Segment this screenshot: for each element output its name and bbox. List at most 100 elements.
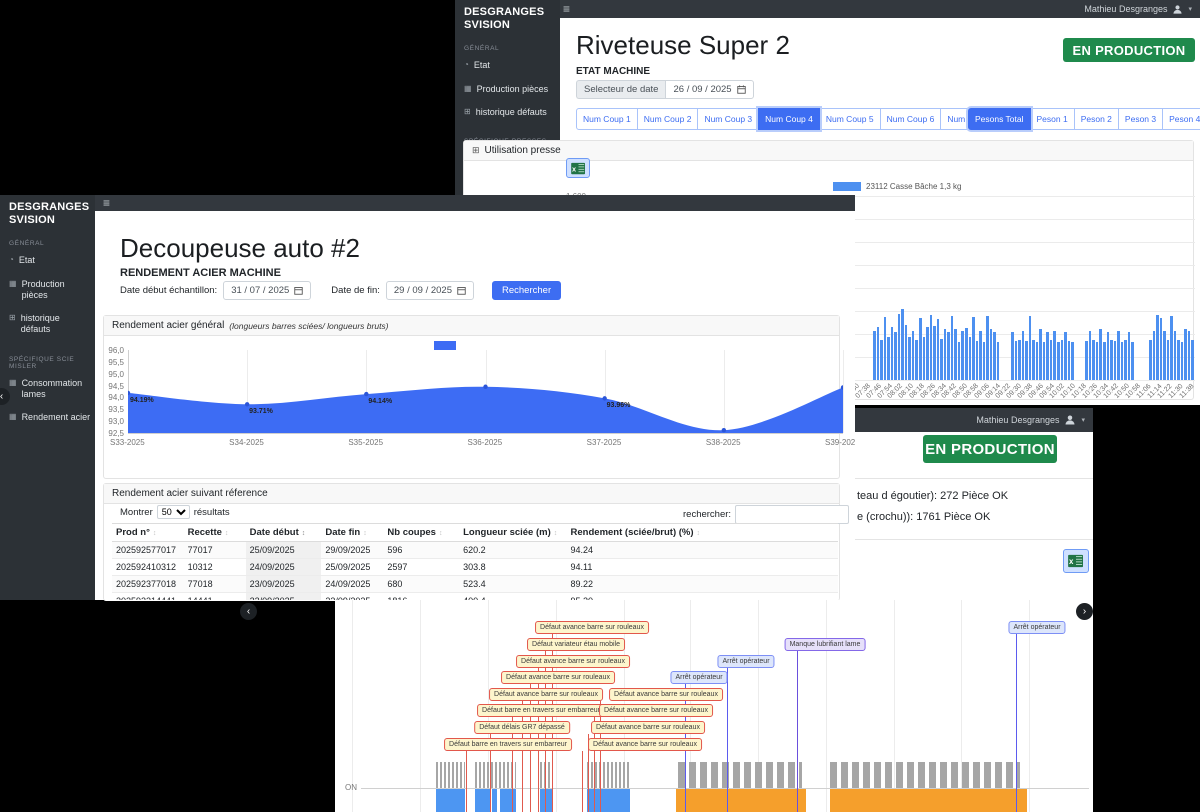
sidebar-item-historique-d-fauts[interactable]: ⊞historique défauts — [455, 101, 560, 124]
column-header[interactable]: Prod n°↕ — [112, 524, 184, 542]
legend-label: 23112 Casse Bâche 1,3 kg — [866, 182, 961, 191]
annotation-defect: Défaut avance barre sur rouleaux — [599, 704, 713, 717]
brand-logo: DESGRANGES SVISION — [0, 195, 95, 226]
sidebar-item-label: historique défauts — [21, 313, 91, 336]
sidebar-item-rendement-acier[interactable]: ▦Rendement acier — [0, 406, 95, 429]
annotation-defect: Défaut avance barre sur rouleaux — [516, 655, 630, 668]
column-header[interactable]: Recette↕ — [184, 524, 246, 542]
table-cell: 23/09/2025 — [246, 576, 322, 593]
date-input[interactable]: 26 / 09 / 2025 — [665, 80, 753, 99]
person-icon — [1172, 4, 1183, 15]
column-header[interactable]: Longueur sciée (m)↕ — [459, 524, 566, 542]
sidebar-item-etat[interactable]: ◔Etat — [455, 54, 560, 77]
annotation-defect: Défaut avance barre sur rouleaux — [535, 621, 649, 634]
export-excel-button[interactable]: x — [1063, 549, 1089, 573]
table-row[interactable]: 2025922144411444122/09/202523/09/2025181… — [112, 593, 838, 601]
table-icon: ⊞ — [9, 313, 16, 323]
sidebar-item-label: Rendement acier — [22, 412, 91, 423]
divider — [855, 478, 1093, 479]
annotation-line — [522, 701, 523, 812]
window-decoupeuse: DESGRANGES SVISIONGÉNÉRAL◔Etat▦Productio… — [0, 195, 855, 600]
table-cell: 29/09/2025 — [321, 542, 383, 559]
date-start-input[interactable]: 31 / 07 / 2025 — [223, 281, 311, 300]
num-coup-button-6[interactable]: Num Coup 6 — [880, 108, 942, 130]
num-coup-button-5[interactable]: Num Coup 5 — [819, 108, 881, 130]
cycle-comb — [436, 762, 465, 788]
menu-toggle-icon[interactable]: ≡ — [103, 197, 110, 209]
peson-button-4[interactable]: Peson 3 — [1118, 108, 1163, 130]
sort-icon: ↕ — [554, 530, 558, 537]
screen: ≡ Mathieu Desgranges ▾ DESGRANGES SVISIO… — [0, 0, 1200, 812]
gridline — [420, 600, 421, 812]
table-row[interactable]: 2025923770187701823/09/202524/09/2025680… — [112, 576, 838, 593]
peson-button-1[interactable]: Pesons Total — [968, 108, 1031, 130]
table-cell: 523.4 — [459, 576, 566, 593]
user-name: Mathieu Desgranges — [976, 415, 1059, 425]
peson-button-5[interactable]: Peson 4 — [1162, 108, 1200, 130]
sidebar-item-production-pi-ces[interactable]: ▦Production pièces — [455, 78, 560, 101]
rendement-general-panel: Rendement acier général (longueurs barre… — [103, 315, 840, 479]
gauge-icon: ◔ — [9, 255, 14, 265]
person-icon — [1064, 414, 1076, 426]
annotation-line — [466, 751, 467, 812]
user-menu[interactable]: Mathieu Desgranges ▾ — [976, 414, 1085, 426]
table-cell: 2597 — [383, 559, 459, 576]
divider — [855, 539, 1093, 540]
table-cell: 202592410312 — [112, 559, 184, 576]
annotation-lube: Manque lubrifiant lame — [785, 638, 866, 651]
peson-button-3[interactable]: Peson 2 — [1074, 108, 1119, 130]
chevron-down-icon: ▾ — [1188, 5, 1192, 13]
window-production: Mathieu Desgranges ▾ EN PRODUCTION teau … — [855, 408, 1093, 600]
show-label: Montrer — [120, 507, 153, 518]
num-coup-button-3[interactable]: Num Coup 3 — [697, 108, 759, 130]
date-end-input[interactable]: 29 / 09 / 2025 — [386, 281, 474, 300]
annotation-stop: Arrêt opérateur — [670, 671, 727, 684]
column-header[interactable]: Nb coupes↕ — [383, 524, 459, 542]
search-button[interactable]: Rechercher — [492, 281, 561, 300]
peson-button-2[interactable]: Peson 1 — [1030, 108, 1075, 130]
export-excel-button[interactable]: x — [566, 158, 590, 178]
annotation-defect: Défaut avance barre sur rouleaux — [591, 721, 705, 734]
annotation-line — [1016, 634, 1017, 812]
column-header[interactable]: Rendement (sciée/brut) (%)↕ — [567, 524, 838, 542]
table-search-input[interactable] — [735, 505, 849, 524]
annotation-stop: Arrêt opérateur — [717, 655, 774, 668]
section-heading: ETAT MACHINE — [576, 66, 650, 77]
gridline — [843, 350, 844, 433]
table-row[interactable]: 2025925770177701725/09/202529/09/2025596… — [112, 542, 838, 559]
user-menu[interactable]: Mathieu Desgranges ▾ — [1084, 4, 1192, 15]
timeline-prev-button[interactable]: ‹ — [240, 603, 257, 620]
sidebar-item-consommation-lames[interactable]: ▦Consommation lames — [0, 372, 95, 407]
table-row[interactable]: 2025924103121031224/09/202525/09/2025259… — [112, 559, 838, 576]
num-coup-button-4[interactable]: Num Coup 4 — [758, 108, 820, 130]
annotation-line — [582, 751, 583, 812]
annotation-line — [600, 701, 601, 812]
sidebar-section-title: SPÉCIFIQUE SCIE MISLER — [0, 342, 95, 372]
sidebar-item-production-pi-ces[interactable]: ▦Production pièces — [0, 273, 95, 308]
date-value: 31 / 07 / 2025 — [231, 285, 289, 296]
sidebar-item-label: Etat — [19, 255, 35, 266]
sidebar-scie: DESGRANGES SVISIONGÉNÉRAL◔Etat▦Productio… — [0, 195, 95, 600]
page-size-select[interactable]: 50 — [157, 505, 190, 519]
annotation-defect: Défaut délais GR7 dépassé — [474, 721, 570, 734]
state-segment-blue — [500, 789, 516, 812]
column-header[interactable]: Date début↕ — [246, 524, 322, 542]
annotation-line — [797, 651, 798, 812]
table-cell: 596 — [383, 542, 459, 559]
num-coup-button-2[interactable]: Num Coup 2 — [637, 108, 699, 130]
annotation-defect: Défaut avance barre sur rouleaux — [501, 671, 615, 684]
panel-subtitle: (longueurs barres sciées/ longueurs brut… — [229, 321, 388, 331]
table-cell: 94.11 — [567, 559, 838, 576]
sidebar-item-historique-d-fauts[interactable]: ⊞ historique défauts — [0, 307, 95, 342]
timeline-next-button[interactable]: › — [1076, 603, 1093, 620]
rendement-table: Prod n°↕Recette↕Date début↕Date fin↕Nb c… — [112, 523, 838, 600]
table-cell: 89.22 — [567, 576, 838, 593]
column-header[interactable]: Date fin↕ — [321, 524, 383, 542]
panel-header: Rendement acier suivant réference — [104, 484, 839, 504]
menu-toggle-icon[interactable]: ≡ — [563, 3, 570, 15]
sidebar-item-etat[interactable]: ◔ Etat — [0, 249, 95, 272]
gridline — [826, 600, 827, 812]
num-coup-button-1[interactable]: Num Coup 1 — [576, 108, 638, 130]
annotation-defect: Défaut avance barre sur rouleaux — [489, 688, 603, 701]
table-search-control: rechercher: — [683, 505, 849, 524]
